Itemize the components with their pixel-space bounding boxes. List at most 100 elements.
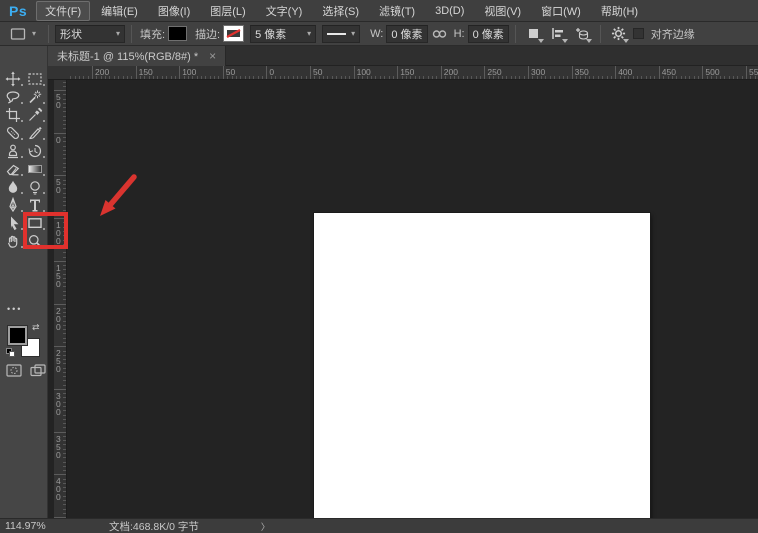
menu-item-1[interactable]: 编辑(E)	[92, 1, 147, 21]
crop-tool[interactable]	[3, 106, 24, 124]
eyedropper-tool[interactable]	[25, 106, 46, 124]
v-ruler-label: 150	[56, 262, 61, 289]
ruler-corner	[48, 66, 67, 80]
menu-item-3[interactable]: 图层(L)	[201, 1, 254, 21]
h-ruler-label: 0	[269, 67, 275, 77]
v-ruler-label: 300	[56, 390, 61, 417]
clone-stamp-tool[interactable]	[3, 142, 24, 160]
shape-width-input[interactable]: 0 像素	[386, 24, 428, 43]
menu-item-9[interactable]: 窗口(W)	[532, 1, 590, 21]
status-options-chevron[interactable]: 〉	[261, 520, 270, 533]
h-ruler-label: 400	[618, 67, 633, 77]
v-ruler-label: 0	[56, 134, 61, 145]
chevron-down-icon: ▾	[31, 29, 36, 38]
document-tab-title: 未标题-1 @ 115%(RGB/8#) *	[57, 51, 199, 63]
document-canvas[interactable]	[314, 213, 650, 533]
chevron-down-icon: ▾	[307, 29, 312, 38]
lasso-tool[interactable]	[3, 88, 24, 106]
canvas-workspace[interactable]	[48, 80, 758, 533]
eraser-tool[interactable]	[3, 160, 24, 178]
fill-label: 填充:	[140, 28, 166, 41]
tool-flyout-dot	[20, 156, 23, 158]
path-arrangement-button[interactable]	[572, 24, 592, 44]
shape-height-input[interactable]: 0 像素	[467, 24, 509, 43]
highlight-box-rectangle-tool	[23, 212, 68, 249]
tool-flyout-dot	[20, 84, 23, 86]
screen-mode-icon	[30, 364, 46, 377]
default-colors-icon[interactable]	[6, 348, 15, 357]
stroke-type-select[interactable]: ▾	[322, 24, 361, 43]
h-ruler-label: 450	[661, 67, 676, 77]
v-ruler-label: 400	[56, 476, 61, 503]
menu-item-0[interactable]: 文件(F)	[36, 0, 91, 21]
foreground-color-swatch[interactable]	[7, 325, 28, 346]
tool-preset-picker[interactable]: ▾	[6, 24, 40, 44]
gradient-tool[interactable]	[25, 160, 46, 178]
pen-tool[interactable]	[3, 196, 24, 214]
zoom-level-field[interactable]: 114.97%	[5, 520, 67, 532]
shape-width-value: 0 像素	[391, 28, 423, 41]
swap-colors-icon[interactable]: ⇄	[32, 322, 40, 333]
fill-color-swatch[interactable]	[168, 26, 188, 41]
tool-flyout-dot	[42, 156, 45, 158]
document-tab[interactable]: 未标题-1 @ 115%(RGB/8#) * ×	[48, 46, 227, 66]
tool-mode-select[interactable]: 形状 ▾	[55, 24, 125, 43]
hand-tool[interactable]	[3, 232, 24, 250]
stroke-width-value: 5 像素	[255, 28, 287, 41]
h-ruler-label: 350	[574, 67, 589, 77]
screen-mode-button[interactable]	[30, 364, 46, 382]
marquee-tool[interactable]	[25, 70, 46, 88]
tool-mode-value: 形状	[60, 28, 82, 41]
color-swatches: ⇄	[6, 322, 44, 360]
menu-item-5[interactable]: 选择(S)	[313, 1, 368, 21]
geometry-options-button[interactable]	[609, 24, 629, 44]
h-ruler-label: 150	[138, 67, 153, 77]
blur-tool[interactable]	[3, 178, 24, 196]
healing-brush-tool[interactable]	[3, 124, 24, 142]
h-ruler-label: 500	[705, 67, 720, 77]
h-ruler-label: 100	[182, 67, 197, 77]
link-dimensions-button[interactable]	[430, 24, 450, 44]
tool-flyout-dot	[42, 192, 45, 194]
path-selection-tool[interactable]	[3, 214, 24, 232]
chevron-down-icon	[622, 38, 629, 43]
divider	[514, 24, 516, 43]
menu-item-2[interactable]: 图像(I)	[149, 1, 199, 21]
tool-flyout-dot	[20, 174, 23, 176]
horizontal-ruler[interactable]: 200 150 100 50 0 50 100 150 200 250 300 350 400 450 50…	[48, 66, 758, 80]
history-brush-tool[interactable]	[25, 142, 46, 160]
tool-flyout-dot	[42, 138, 45, 140]
brush-tool[interactable]	[25, 124, 46, 142]
quick-mask-icon	[6, 364, 22, 377]
h-ruler-label: 250	[487, 67, 502, 77]
h-ruler-label: 100	[356, 67, 371, 77]
align-edges-checkbox[interactable]	[632, 28, 644, 39]
menu-item-7[interactable]: 3D(D)	[426, 3, 473, 19]
menu-item-10[interactable]: 帮助(H)	[592, 1, 647, 21]
dodge-tool[interactable]	[25, 178, 46, 196]
chevron-down-icon	[561, 38, 568, 43]
tool-flyout-dot	[20, 138, 23, 140]
close-tab-icon[interactable]: ×	[209, 50, 216, 62]
menu-item-8[interactable]: 视图(V)	[475, 1, 530, 21]
menu-item-6[interactable]: 滤镜(T)	[370, 1, 424, 21]
tool-flyout-dot	[20, 120, 23, 122]
magic-wand-tool[interactable]	[25, 88, 46, 106]
tool-flyout-dot	[42, 84, 45, 86]
shape-height-value: 0 像素	[472, 28, 504, 41]
stroke-color-swatch[interactable]	[223, 25, 245, 42]
stroke-width-select[interactable]: 5 像素 ▾	[250, 24, 317, 43]
chain-link-icon	[432, 29, 447, 38]
width-label: W:	[370, 27, 384, 40]
quick-mask-button[interactable]	[6, 364, 22, 382]
no-color-icon	[226, 29, 241, 38]
path-alignment-button[interactable]	[548, 24, 568, 44]
path-operations-button[interactable]	[524, 24, 544, 44]
edit-toolbar-button[interactable]: •••	[7, 304, 22, 314]
vertical-ruler[interactable]: 50050100150200250300350400450	[54, 80, 67, 518]
v-ruler-label: 50	[56, 177, 61, 196]
move-tool[interactable]	[3, 70, 24, 88]
divider	[131, 24, 132, 43]
menu-item-4[interactable]: 文字(Y)	[257, 1, 312, 21]
height-label: H:	[453, 27, 465, 40]
